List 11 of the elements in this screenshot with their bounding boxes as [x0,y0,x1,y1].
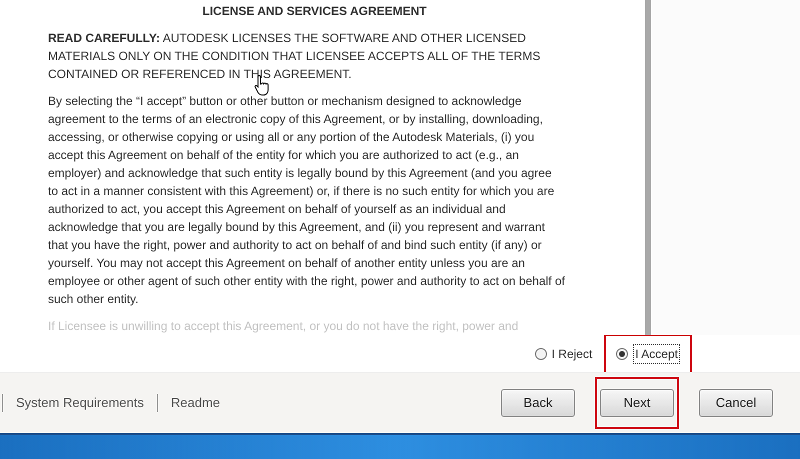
dialog-button[interactable]: Cancel [699,389,773,417]
footer-link[interactable]: Readme [158,393,234,413]
agreement-paragraph: By selecting the “I accept” button or other button or mechanism designed to acknowledge agreement to the terms of an electronic copy of this Agreement, or by installing, downloading, accessing, or otherwise copying or using all or any portion of the Autodesk Materials, (i) you accept this Agreement on behalf of the entity for which you are authorized to act (e.g., an employer) and acknowledge that such entity is legally bound by this Agreement (and you agree to act in a manner consistent with this Agreement) or, if there is no such entity for which you are authorized to act, you accept this Agreement on behalf of yourself as an individual and acknowledge that you are legally bound by this Agreement, and (ii) you represent and warrant that you have the right, power and authority to act on behalf of and bind such entity (if any) or yourself. You may not accept this Agreement on behalf of another entity unless you are an employee or other agent of such other entity with the right, power and authority to act on behalf of such other entity. [48,93,566,308]
faded-paragraph: If Licensee is unwilling to accept this Agreement, or you do not have the right, power and [48,318,520,335]
footer-link[interactable]: System Requirements [3,393,157,413]
dialog-button[interactable]: Next [600,389,674,417]
scrollbar[interactable] [645,0,651,335]
dialog-button[interactable]: Back [501,389,575,417]
radio-option[interactable]: I Reject [534,344,592,362]
agreement-paragraph: READ CAREFULLY: AUTODESK LICENSES THE SOFTWARE AND OTHER LICENSED MATERIALS ONLY ON THE CONDITION THAT LICENSEE ACCEPTS ALL OF THE TERMS CONTAINED OR REFERENCED IN THIS AGREEMENT. [48,30,542,83]
agreement-title: LICENSE AND SERVICES AGREEMENT [201,3,428,20]
